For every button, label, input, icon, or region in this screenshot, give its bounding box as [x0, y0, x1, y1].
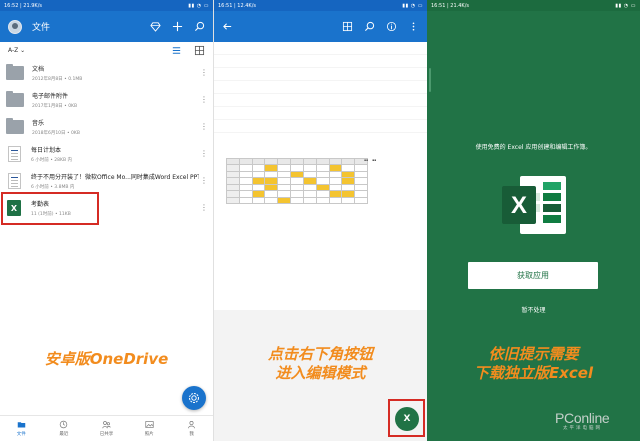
highlight-box	[388, 399, 425, 437]
more-options-icon[interactable]: ⋮	[199, 204, 209, 212]
camera-icon	[189, 393, 199, 403]
watermark-brand: PConline	[555, 410, 610, 426]
not-now-link[interactable]: 暂不处理	[427, 305, 640, 314]
more-options-icon[interactable]: ⋮	[199, 123, 209, 131]
spreadsheet-preview[interactable]	[226, 157, 368, 205]
caption-line: 点击右下角按钮	[267, 345, 373, 363]
excel-logo-icon: X	[502, 176, 566, 234]
file-name: 音乐	[32, 120, 45, 127]
excel-prompt-panel: 16:51 | 21.4K/s ▮▮ ◔ ▭ 使用免费的 Excel 应用创建和…	[427, 0, 640, 441]
file-meta: 2018年6月10日 • 0KB	[32, 131, 80, 136]
list-item[interactable]: 终于不用分开装了！微软Office Mo...同时集成Word Excel PP…	[0, 168, 213, 194]
nav-label: 照片	[144, 432, 154, 437]
nav-label: 文件	[16, 432, 26, 437]
file-meta: 6 小时前 • 28KB 内	[31, 158, 73, 163]
list-view-icon[interactable]	[171, 45, 182, 56]
file-meta: 2017年1月8日 • 0KB	[32, 104, 78, 109]
list-item[interactable]: 文档 2012年8月8日 • 0.1MB ⋮	[0, 60, 213, 86]
status-bar: 16:51 | 21.4K/s ▮▮ ◔ ▭	[427, 0, 640, 11]
list-item[interactable]: 电子邮件附件 2017年1月8日 • 0KB ⋮	[0, 87, 213, 113]
back-arrow-icon[interactable]	[222, 21, 233, 32]
folder-icon	[6, 64, 24, 80]
status-icons: ▮▮ ◔ ▭	[188, 2, 209, 9]
status-icons: ▮▮ ◔ ▭	[402, 2, 423, 9]
nav-recent[interactable]: 最近	[43, 416, 86, 441]
prompt-text: 使用免费的 Excel 应用创建和编辑工作簿。	[475, 144, 592, 151]
get-app-button[interactable]: 获取应用	[468, 262, 598, 289]
bottom-nav: 文件 最近 已共享 照片 我	[0, 415, 213, 441]
nav-shared[interactable]: 已共享	[85, 416, 128, 441]
folder-icon	[6, 118, 24, 134]
nav-label: 我	[189, 432, 194, 437]
watermark: PConline 太平洋电脑网	[555, 410, 610, 431]
onedrive-panel: 16:52 | 21.9K/s ▮▮ ◔ ▭ 文件 A-Z ⌄ 文档 2012年…	[0, 0, 213, 441]
status-time: 16:51 | 12.4K/s	[218, 2, 256, 9]
photo-icon	[144, 420, 154, 429]
search-icon[interactable]	[194, 21, 205, 32]
clock-icon	[59, 420, 68, 429]
document-icon	[8, 146, 21, 162]
caption: 依旧提示需要 下载独立版Excel	[427, 345, 640, 383]
more-options-icon[interactable]	[408, 21, 419, 32]
nav-files[interactable]: 文件	[0, 416, 43, 441]
caption-line: 依旧提示需要	[488, 345, 579, 363]
highlight-box	[1, 192, 99, 225]
more-options-icon[interactable]: ⋮	[199, 150, 209, 158]
nav-label: 已共享	[99, 432, 114, 437]
app-header: 文件	[0, 11, 213, 42]
caption: 安卓版OneDrive	[44, 350, 169, 368]
sheet-legend: ▪▪ ▪▪	[364, 158, 377, 162]
status-bar: 16:51 | 12.4K/s ▮▮ ◔ ▭	[214, 0, 427, 11]
add-icon[interactable]	[172, 21, 183, 32]
search-icon[interactable]	[364, 21, 375, 32]
scroll-handle[interactable]	[429, 68, 431, 92]
grid-view-icon[interactable]	[194, 45, 205, 56]
more-options-icon[interactable]: ⋮	[199, 69, 209, 77]
folder-icon	[17, 420, 26, 429]
diamond-icon[interactable]	[150, 21, 161, 32]
viewer-toolbar	[214, 11, 427, 42]
watermark-sub: 太平洋电脑网	[563, 425, 602, 430]
sort-dropdown[interactable]: A-Z ⌄	[8, 47, 25, 54]
nav-me[interactable]: 我	[170, 416, 213, 441]
file-name: 终于不用分开装了！微软Office Mo...同时集成Word Excel PP…	[31, 174, 199, 181]
status-bar: 16:52 | 21.9K/s ▮▮ ◔ ▭	[0, 0, 213, 11]
file-name: 电子邮件附件	[32, 93, 69, 100]
chevron-down-icon: ⌄	[20, 46, 26, 54]
avatar[interactable]	[8, 19, 22, 34]
nav-photos[interactable]: 照片	[128, 416, 171, 441]
info-icon[interactable]	[386, 21, 397, 32]
list-item[interactable]: 每日计划本 6 小时前 • 28KB 内 ⋮	[0, 141, 213, 167]
caption-line: 下载独立版Excel	[473, 364, 594, 382]
status-icons: ▮▮ ◔ ▭	[615, 2, 636, 9]
list-item[interactable]: 音乐 2018年6月10日 • 0KB ⋮	[0, 114, 213, 140]
folder-icon	[6, 91, 24, 107]
more-options-icon[interactable]: ⋮	[199, 177, 209, 185]
page-title: 文件	[32, 23, 51, 33]
nav-label: 最近	[59, 432, 69, 437]
document-icon	[8, 173, 21, 189]
people-icon	[102, 420, 111, 429]
viewer-panel: 16:51 | 12.4K/s ▮▮ ◔ ▭ ▪▪ ▪▪ 点击右下角按钮 进入编辑…	[213, 0, 427, 441]
grid-icon[interactable]	[342, 21, 353, 32]
sheet-gridlines	[214, 42, 427, 144]
caption: 点击右下角按钮 进入编辑模式	[214, 345, 427, 383]
more-options-icon[interactable]: ⋮	[199, 96, 209, 104]
file-name: 文档	[32, 66, 45, 73]
file-name: 每日计划本	[31, 147, 62, 154]
camera-fab-button[interactable]	[182, 386, 206, 410]
file-meta: 6 小时前 • 3.8MB 内	[31, 185, 75, 190]
status-time: 16:52 | 21.9K/s	[4, 2, 42, 9]
person-icon	[187, 420, 196, 429]
excel-logo-letter: X	[511, 192, 527, 219]
sort-bar: A-Z ⌄	[0, 42, 213, 58]
status-time: 16:51 | 21.4K/s	[431, 2, 469, 9]
caption-line: 进入编辑模式	[275, 364, 366, 382]
file-meta: 2012年8月8日 • 0.1MB	[32, 77, 83, 82]
